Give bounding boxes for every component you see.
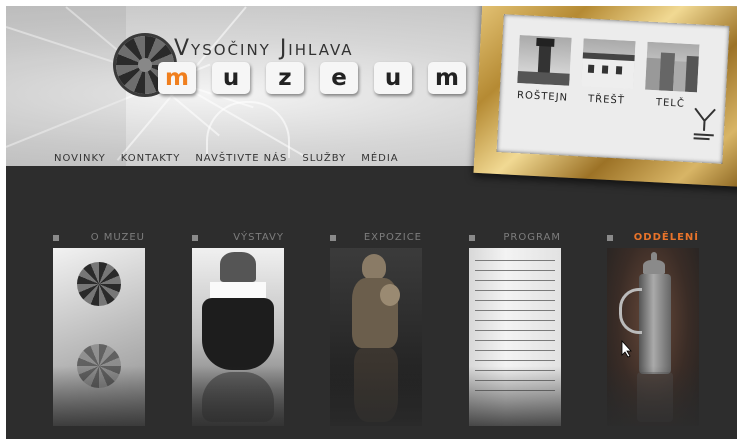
nav-item-sluzby[interactable]: SLUŽBY bbox=[302, 153, 346, 164]
muzeum-logo[interactable]: m u z e u m bbox=[158, 62, 466, 94]
section-label: EXPOZICE bbox=[363, 232, 422, 243]
building-photo-icon[interactable] bbox=[581, 38, 636, 90]
vault-rosette-photo-icon[interactable] bbox=[53, 248, 145, 426]
branch-label-rostejn[interactable]: ROŠTEJN bbox=[510, 90, 574, 104]
manuscript-photo-icon[interactable] bbox=[469, 248, 561, 426]
nav-item-navstivte-nas[interactable]: NAVŠTIVTE NÁS bbox=[195, 153, 287, 164]
section-header[interactable]: O MUZEU bbox=[53, 232, 145, 246]
section-header[interactable]: PROGRAM bbox=[469, 232, 561, 246]
castle-tower-photo-icon[interactable] bbox=[517, 35, 572, 86]
section-header[interactable]: EXPOZICE bbox=[330, 232, 422, 246]
museum-logo-icon bbox=[693, 107, 716, 141]
section-label: VÝSTAVY bbox=[233, 232, 284, 243]
gothic-window-decoration bbox=[206, 101, 290, 158]
section-label: O MUZEU bbox=[90, 232, 145, 243]
nav-item-media[interactable]: MÉDIA bbox=[361, 153, 398, 164]
section-header[interactable]: ODDĚLENÍ bbox=[607, 232, 699, 246]
nav-item-kontakty[interactable]: KONTAKTY bbox=[121, 153, 181, 164]
madonna-statue-photo-icon[interactable] bbox=[330, 248, 422, 426]
section-expozice[interactable]: EXPOZICE bbox=[330, 232, 422, 426]
museum-title: Vysočiny Jihlava bbox=[174, 36, 354, 61]
gilded-frame: ROŠTEJN TŘEŠŤ TELČ bbox=[473, 6, 737, 187]
nav-item-novinky[interactable]: NOVINKY bbox=[54, 153, 106, 164]
logo-letter-tile: u bbox=[212, 62, 250, 94]
section-program[interactable]: PROGRAM bbox=[469, 232, 561, 426]
branches-panel: ROŠTEJN TŘEŠŤ TELČ bbox=[496, 14, 730, 164]
section-label: PROGRAM bbox=[503, 232, 561, 243]
main-nav: NOVINKY KONTAKTY NAVŠTIVTE NÁS SLUŽBY MÉ… bbox=[54, 153, 399, 164]
branch-label-trest[interactable]: TŘEŠŤ bbox=[574, 93, 638, 107]
section-label: ODDĚLENÍ bbox=[633, 232, 699, 243]
section-header[interactable]: VÝSTAVY bbox=[192, 232, 284, 246]
logo-letter-tile: m bbox=[158, 62, 196, 94]
logo-letter-tile: z bbox=[266, 62, 304, 94]
logo-letter-tile: m bbox=[428, 62, 466, 94]
logo-letter-tile: e bbox=[320, 62, 358, 94]
logo-letter-tile: u bbox=[374, 62, 412, 94]
folk-costume-photo-icon[interactable] bbox=[192, 248, 284, 426]
pewter-jug-photo-icon[interactable] bbox=[607, 248, 699, 426]
section-vystavy[interactable]: VÝSTAVY bbox=[192, 232, 284, 426]
section-o-muzeu[interactable]: O MUZEU bbox=[53, 232, 145, 426]
cursor-arrow-icon bbox=[621, 340, 632, 358]
square-houses-photo-icon[interactable] bbox=[645, 41, 700, 93]
page-frame: Vysočiny Jihlava m u z e u m NOVINKY KON… bbox=[6, 6, 737, 439]
section-oddeleni[interactable]: ODDĚLENÍ bbox=[607, 232, 699, 426]
